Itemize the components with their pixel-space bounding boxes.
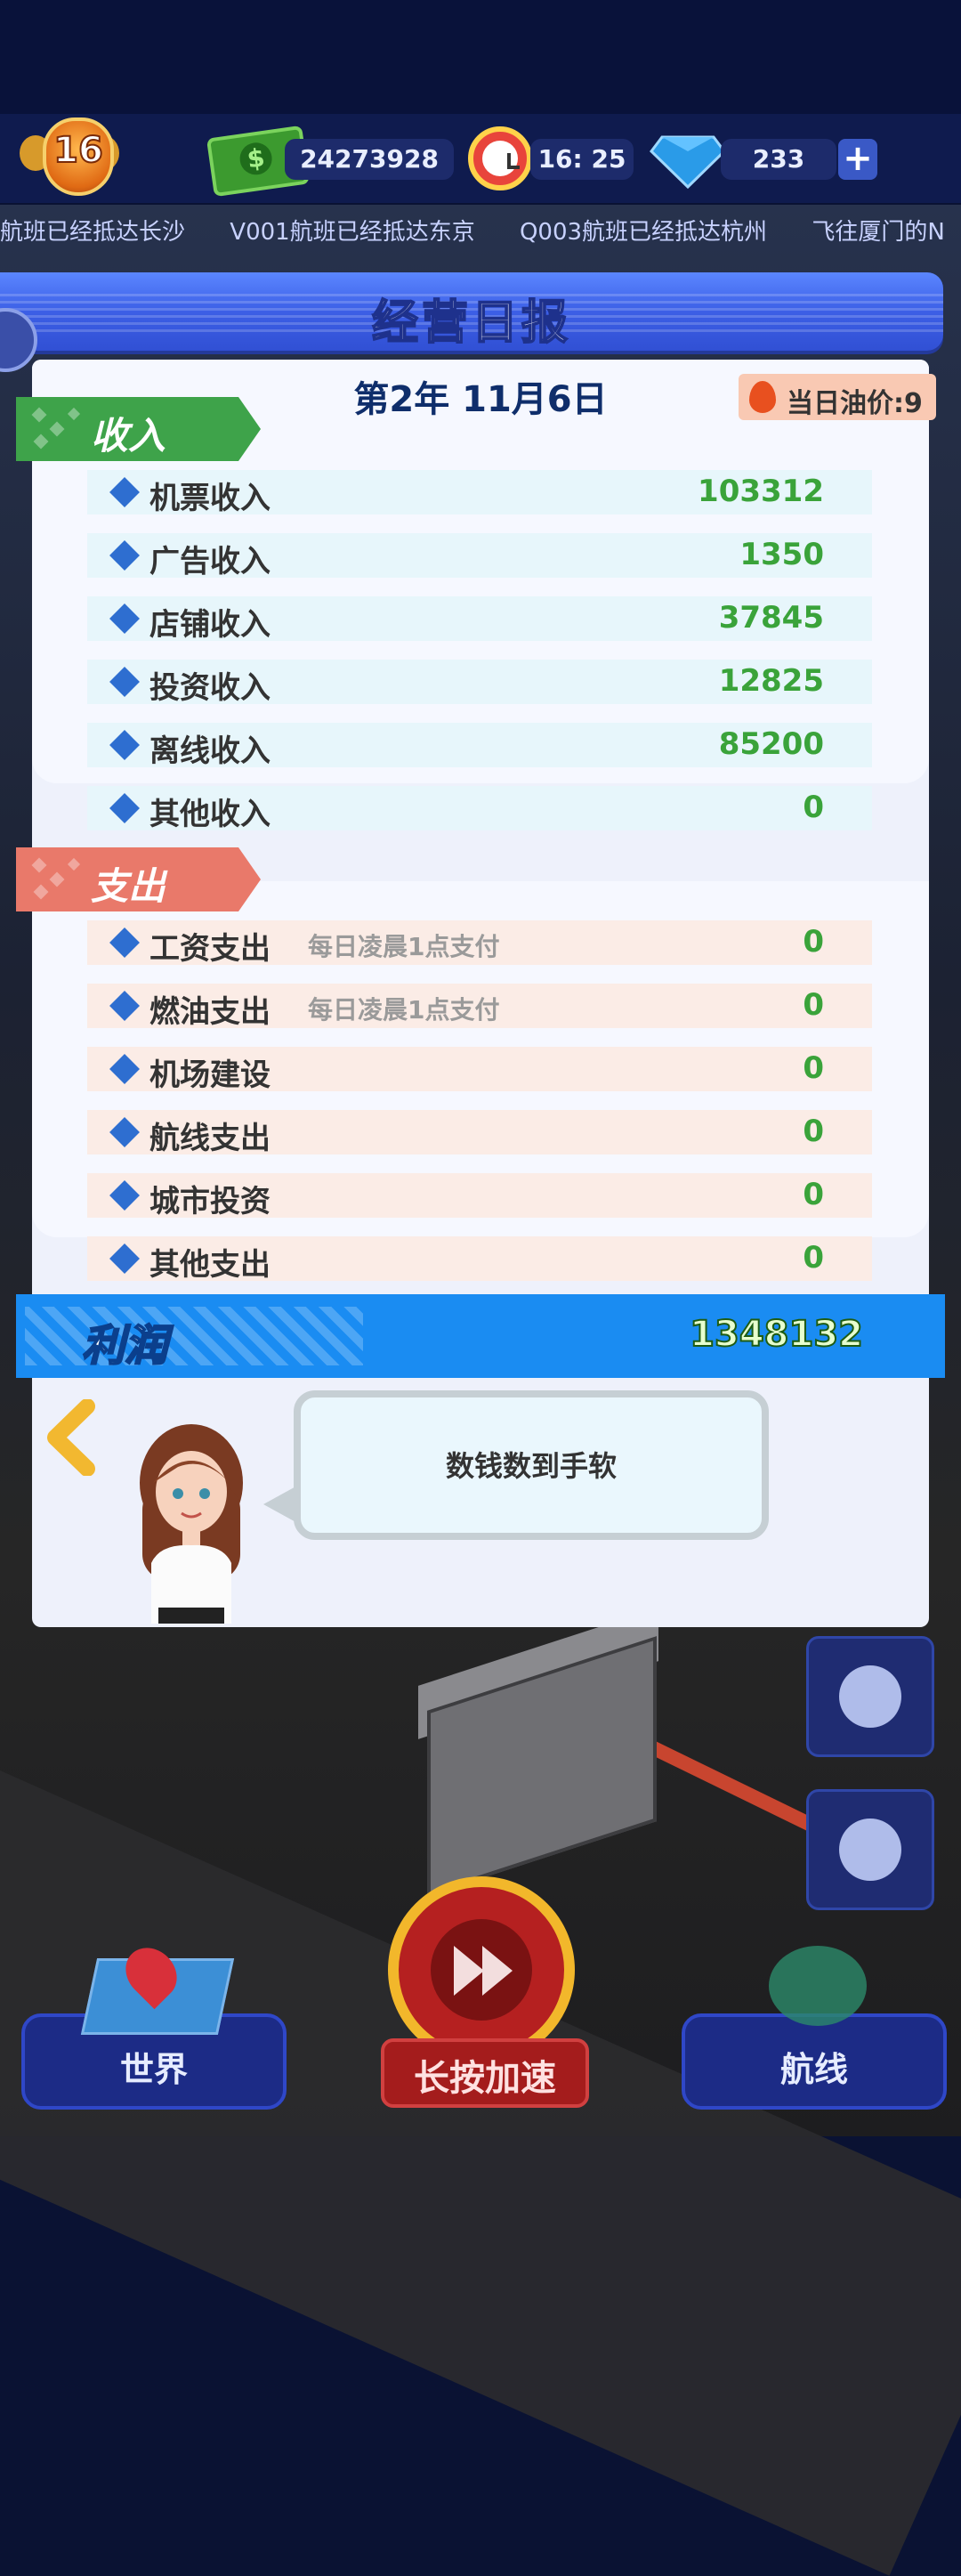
expense-value: 0 bbox=[803, 1177, 824, 1212]
profit-value: 1348132 bbox=[689, 1313, 864, 1356]
back-arrow-icon[interactable] bbox=[44, 1399, 98, 1476]
expense-value: 0 bbox=[803, 1114, 824, 1149]
bullet-diamond-icon bbox=[109, 603, 140, 634]
income-label: 广告收入 bbox=[149, 544, 271, 579]
profit-bar: 利润 1348132 bbox=[16, 1294, 945, 1378]
expense-tab: 支出 bbox=[16, 847, 261, 911]
income-value: 103312 bbox=[698, 474, 824, 509]
expense-row: 燃油支出 每日凌晨1点支付 0 bbox=[87, 984, 872, 1030]
expense-value: 0 bbox=[803, 924, 824, 960]
people-icon bbox=[839, 1819, 901, 1881]
bullet-diamond-icon bbox=[109, 793, 140, 823]
income-tab-label: 收入 bbox=[91, 414, 166, 458]
expense-note: 每日凌晨1点支付 bbox=[308, 932, 500, 961]
income-row: 投资收入 12825 bbox=[87, 660, 872, 706]
bullet-diamond-icon bbox=[109, 540, 140, 571]
expense-value: 0 bbox=[803, 987, 824, 1023]
routes-button[interactable]: 航线 bbox=[682, 2013, 947, 2110]
expense-row: 其他支出 0 bbox=[87, 1236, 872, 1283]
routes-label: 航线 bbox=[779, 2050, 848, 2089]
expense-label: 城市投资 bbox=[149, 1184, 271, 1219]
expense-row: 工资支出 每日凌晨1点支付 0 bbox=[87, 920, 872, 967]
expense-row: 城市投资 0 bbox=[87, 1173, 872, 1219]
gem-counter: 233 bbox=[721, 139, 836, 180]
expense-label: 工资支出 bbox=[149, 931, 271, 967]
income-row: 机票收入 103312 bbox=[87, 470, 872, 516]
bullet-diamond-icon bbox=[109, 1243, 140, 1274]
paper-plane-globe-icon bbox=[769, 1946, 867, 2026]
report-title-bar: 经营日报 bbox=[0, 272, 943, 351]
expense-note: 每日凌晨1点支付 bbox=[308, 995, 500, 1025]
expense-row: 机场建设 0 bbox=[87, 1047, 872, 1093]
money-counter: 24273928 bbox=[285, 139, 454, 180]
speed-up-button[interactable] bbox=[388, 1876, 575, 2063]
oil-price-text: 当日油价:9 bbox=[787, 388, 923, 419]
expense-label: 其他支出 bbox=[149, 1247, 271, 1283]
income-label: 其他收入 bbox=[149, 797, 271, 832]
speech-text: 数钱数到手软 bbox=[445, 1449, 617, 1483]
expense-value: 0 bbox=[803, 1050, 824, 1086]
upgrade-button[interactable] bbox=[806, 1636, 934, 1757]
world-label: 世界 bbox=[119, 2050, 188, 2089]
level-badge[interactable]: 16 bbox=[16, 117, 123, 199]
staff-button[interactable] bbox=[806, 1789, 934, 1910]
expense-value: 0 bbox=[803, 1240, 824, 1276]
bullet-diamond-icon bbox=[109, 1117, 140, 1147]
bullet-diamond-icon bbox=[109, 667, 140, 697]
income-value: 12825 bbox=[718, 663, 824, 699]
news-ticker: 航班已经抵达长沙 V001航班已经抵达东京 Q003航班已经抵达杭州 飞往厦门的… bbox=[0, 214, 961, 253]
income-label: 店铺收入 bbox=[149, 607, 271, 643]
fast-forward-arrow bbox=[454, 1946, 484, 1996]
bullet-diamond-icon bbox=[109, 730, 140, 760]
income-label: 机票收入 bbox=[149, 481, 271, 516]
income-tab: 收入 bbox=[16, 397, 261, 461]
gear-upgrade-icon bbox=[839, 1665, 901, 1728]
income-label: 投资收入 bbox=[149, 670, 271, 706]
speed-up-label-box[interactable]: 长按加速 bbox=[381, 2038, 589, 2108]
ticker-item: Q003航班已经抵达杭州 bbox=[519, 219, 768, 246]
add-gems-button[interactable]: + bbox=[838, 139, 877, 180]
speed-up-label: 长按加速 bbox=[414, 2058, 556, 2099]
speech-bubble: 数钱数到手软 bbox=[294, 1390, 769, 1540]
bullet-diamond-icon bbox=[109, 1180, 140, 1211]
fast-forward-arrow bbox=[482, 1946, 513, 1996]
income-value: 85200 bbox=[718, 726, 824, 762]
clock-hand-minute bbox=[507, 166, 520, 169]
report-title: 经营日报 bbox=[371, 296, 571, 351]
clock-face bbox=[482, 141, 520, 176]
income-row: 离线收入 85200 bbox=[87, 723, 872, 769]
ticker-item: 航班已经抵达长沙 bbox=[0, 219, 186, 246]
ticker-item: V001航班已经抵达东京 bbox=[230, 219, 475, 246]
dollar-icon: $ bbox=[238, 140, 274, 177]
expense-label: 航线支出 bbox=[149, 1121, 271, 1156]
assistant-avatar bbox=[140, 1424, 243, 1624]
income-row: 店铺收入 37845 bbox=[87, 596, 872, 643]
report-date: 第2年 11月6日 bbox=[353, 379, 608, 420]
income-label: 离线收入 bbox=[149, 733, 271, 769]
clock-icon bbox=[468, 126, 532, 190]
income-row: 其他收入 0 bbox=[87, 786, 872, 832]
oil-price-badge: 当日油价:9 bbox=[739, 374, 936, 420]
ticker-item: 飞往厦门的N bbox=[812, 219, 945, 246]
bullet-diamond-icon bbox=[109, 991, 140, 1021]
profit-label: 利润 bbox=[81, 1320, 168, 1372]
expense-label: 燃油支出 bbox=[149, 994, 271, 1030]
expense-label: 机场建设 bbox=[149, 1057, 271, 1093]
profit-pattern bbox=[25, 1307, 363, 1365]
bullet-diamond-icon bbox=[109, 928, 140, 958]
income-row: 广告收入 1350 bbox=[87, 533, 872, 579]
expense-tab-label: 支出 bbox=[91, 864, 166, 908]
income-value: 37845 bbox=[718, 600, 824, 636]
bullet-diamond-icon bbox=[109, 477, 140, 507]
diamond-icon bbox=[650, 135, 726, 190]
income-value: 0 bbox=[803, 790, 824, 825]
fast-forward-icon bbox=[431, 1919, 532, 2021]
bullet-diamond-icon bbox=[109, 1054, 140, 1084]
expense-row: 航线支出 0 bbox=[87, 1110, 872, 1156]
oil-drop-icon bbox=[749, 381, 776, 413]
sky-background bbox=[0, 0, 961, 116]
game-time: 16: 25 bbox=[530, 139, 634, 180]
income-value: 1350 bbox=[739, 537, 824, 572]
level-number: 16 bbox=[52, 129, 104, 172]
